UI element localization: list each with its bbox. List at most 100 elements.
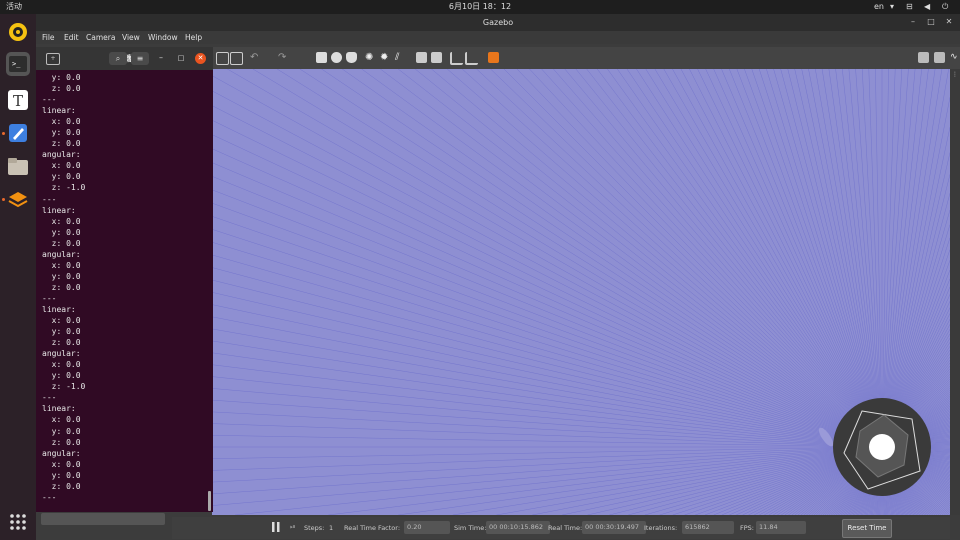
terminal-line: x: 0.0 <box>42 161 81 171</box>
power-icon[interactable]: ⏻ <box>942 0 948 14</box>
notes-icon[interactable] <box>6 121 30 145</box>
hamburger-menu-icon[interactable]: ≡ <box>131 52 149 65</box>
terminal-line: x: 0.0 <box>42 316 81 326</box>
sim-time-value: 00 00:10:15.862 <box>486 521 550 534</box>
log-icon[interactable] <box>934 52 945 63</box>
sim-time-label: Sim Time: <box>454 524 487 532</box>
terminal-line: x: 0.0 <box>42 415 81 425</box>
pause-icon[interactable] <box>272 522 280 532</box>
maximize-icon[interactable]: □ <box>926 17 936 27</box>
redo-icon[interactable]: ↷ <box>278 52 289 63</box>
terminal-line: linear: <box>42 404 76 414</box>
status-bar: ⏯ Steps: 1 Real Time Factor: 0.20 Sim Ti… <box>172 517 950 539</box>
running-indicator <box>2 198 5 201</box>
window-title: Gazebo <box>36 14 960 31</box>
files-icon[interactable] <box>6 154 30 178</box>
3d-viewport[interactable] <box>212 69 950 515</box>
robot-model[interactable] <box>816 398 931 496</box>
terminal-line: y: 0.0 <box>42 128 81 138</box>
terminal-line: y: 0.0 <box>42 327 81 337</box>
language-indicator[interactable]: en <box>874 0 884 14</box>
menu-edit[interactable]: Edit <box>64 31 79 44</box>
terminal-line: x: 0.0 <box>42 260 81 270</box>
terminal-line: y: 0.0 <box>42 172 81 182</box>
real-time-label: Real Time: <box>548 524 583 532</box>
terminal-line: z: 0.0 <box>42 139 81 149</box>
fps-label: FPS: <box>740 524 754 532</box>
maximize-icon[interactable]: □ <box>176 53 186 63</box>
select-mode-icon[interactable] <box>216 52 229 65</box>
laser-scan-visualization <box>212 69 950 515</box>
fps-value: 11.84 <box>756 521 806 534</box>
terminal-header: 终端 + ⌕ ≡ – □ ✕ <box>36 47 213 70</box>
copy-icon[interactable] <box>416 52 427 63</box>
cylinder-shape-icon[interactable] <box>346 52 357 63</box>
directional-light-icon[interactable]: ⫽ <box>395 52 406 63</box>
undo-icon[interactable]: ↶ <box>250 52 261 63</box>
menu-help[interactable]: Help <box>185 31 202 44</box>
close-icon[interactable]: ✕ <box>195 53 206 64</box>
rhythmbox-icon[interactable] <box>6 20 30 44</box>
terminal-line: y: 0.0 <box>42 426 81 436</box>
spot-light-icon[interactable]: ✹ <box>380 52 391 63</box>
volume-icon[interactable]: ◀ <box>924 0 930 14</box>
terminal-line: angular: <box>42 249 81 259</box>
network-icon[interactable]: ⊟ <box>906 0 913 14</box>
terminal-line: x: 0.0 <box>42 117 81 127</box>
paste-icon[interactable] <box>431 52 442 63</box>
screenshot-icon[interactable] <box>918 52 929 63</box>
steps-value[interactable]: 1 <box>329 524 333 532</box>
minimize-icon[interactable]: – <box>908 17 918 27</box>
real-time-factor-label: Real Time Factor: <box>344 524 401 532</box>
new-tab-icon[interactable]: + <box>46 53 60 65</box>
terminal-line: --- <box>42 194 57 204</box>
right-panel[interactable]: ⋮ <box>950 69 960 515</box>
terminal-line: z: -1.0 <box>42 382 86 392</box>
reset-time-button[interactable]: Reset Time <box>842 519 892 538</box>
close-icon[interactable]: ✕ <box>944 17 954 27</box>
app-grid-icon[interactable] <box>6 510 30 534</box>
iterations-label: Iterations: <box>644 524 678 532</box>
terminal-line: z: 0.0 <box>42 437 81 447</box>
terminal-scrollbar[interactable] <box>208 491 211 511</box>
terminal-line: angular: <box>42 150 81 160</box>
plot-icon[interactable]: ∿ <box>950 52 960 63</box>
menu-bar: File Edit Camera View Window Help <box>36 31 960 44</box>
steps-label: Steps: <box>304 524 325 532</box>
panel-toggle-icon[interactable]: ⋮ <box>952 71 958 78</box>
snap-icon[interactable] <box>465 52 478 65</box>
terminal-line: z: 0.0 <box>42 238 81 248</box>
record-icon[interactable] <box>488 52 499 63</box>
align-icon[interactable] <box>450 52 463 65</box>
box-shape-icon[interactable] <box>316 52 327 63</box>
menu-window[interactable]: Window <box>148 31 178 44</box>
running-indicator <box>2 132 5 135</box>
terminal-line: y: 0.0 <box>42 371 81 381</box>
clock[interactable]: 6月10日 18：12 <box>0 0 960 14</box>
top-bar: 活动 6月10日 18：12 en ▾ ⊟ ◀ ⏻ <box>0 0 960 14</box>
terminal-bottom-tab[interactable] <box>41 513 165 525</box>
step-icon[interactable]: ⏯ <box>290 523 298 531</box>
menu-file[interactable]: File <box>42 31 55 44</box>
point-light-icon[interactable]: ✺ <box>365 52 376 63</box>
terminal-icon[interactable]: >_ <box>6 52 30 76</box>
sphere-shape-icon[interactable] <box>331 52 342 63</box>
terminal-window[interactable]: 终端 + ⌕ ≡ – □ ✕ y: 0.0 z: 0.0 --- linear: x… <box>36 47 213 512</box>
text-editor-icon[interactable]: T <box>6 88 30 112</box>
search-icon[interactable]: ⌕ <box>109 52 127 65</box>
minimize-icon[interactable]: – <box>156 53 166 63</box>
terminal-line: y: 0.0 <box>42 271 81 281</box>
chevron-down-icon[interactable]: ▾ <box>890 0 894 14</box>
terminal-line: y: 0.0 <box>42 73 81 82</box>
terminal-line: --- <box>42 95 57 105</box>
real-time-factor-value: 0.20 <box>404 521 450 534</box>
real-time-value: 00 00:30:19.497 <box>582 521 646 534</box>
terminal-line: x: 0.0 <box>42 216 81 226</box>
menu-camera[interactable]: Camera <box>86 31 115 44</box>
terminal-output[interactable]: y: 0.0 z: 0.0 --- linear: x: 0.0 y: 0.0 z:… <box>42 72 207 512</box>
menu-view[interactable]: View <box>122 31 140 44</box>
terminal-line: y: 0.0 <box>42 227 81 237</box>
terminal-line: z: 0.0 <box>42 282 81 292</box>
scale-mode-icon[interactable] <box>230 52 243 65</box>
layers-icon[interactable] <box>6 188 30 212</box>
